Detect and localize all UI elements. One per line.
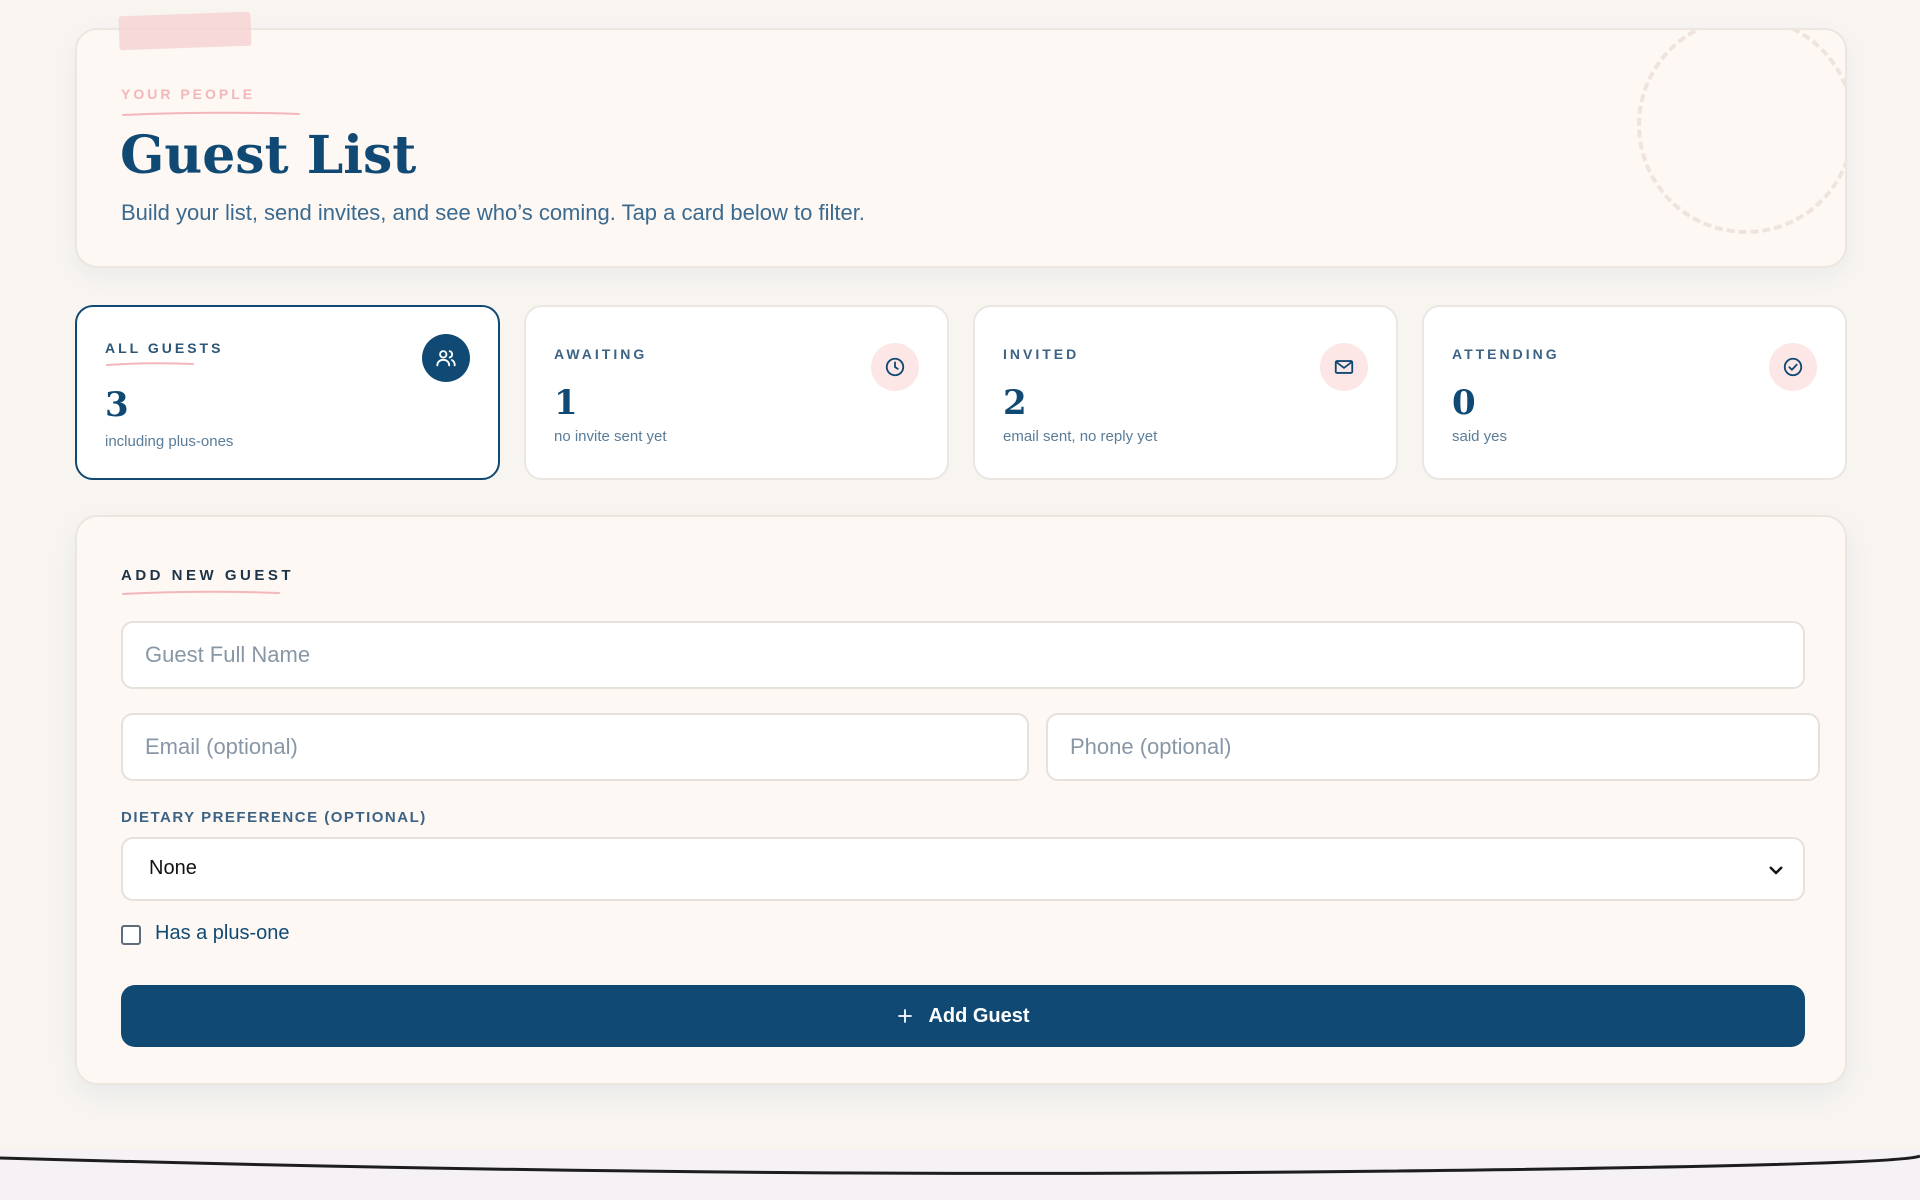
page-title: Guest List <box>120 125 417 186</box>
section-underline <box>122 590 280 595</box>
stat-value: 0 <box>1452 383 1476 423</box>
stat-value: 2 <box>1003 383 1027 423</box>
guest-name-input[interactable] <box>121 621 1805 689</box>
stat-value: 3 <box>105 385 129 425</box>
users-icon <box>422 334 470 382</box>
plus-one-label[interactable]: Has a plus-one <box>155 922 290 945</box>
dietary-selected-value: None <box>149 857 197 879</box>
stat-label: ALL GUESTS <box>105 340 224 356</box>
email-input[interactable] <box>121 713 1029 781</box>
decorative-dashed-circle <box>1637 30 1845 234</box>
clock-icon <box>871 343 919 391</box>
check-circle-icon <box>1769 343 1817 391</box>
decorative-wave-divider <box>0 1154 1920 1175</box>
header-card: YOUR PEOPLE Guest List Build your list, … <box>75 28 1847 268</box>
stat-value: 1 <box>554 383 578 423</box>
stat-caption: email sent, no reply yet <box>1003 428 1158 445</box>
decorative-tape <box>118 11 252 51</box>
plus-icon <box>898 1009 913 1023</box>
plus-one-checkbox[interactable] <box>121 925 141 945</box>
phone-input[interactable] <box>1046 713 1820 781</box>
stat-underline <box>106 362 194 366</box>
add-guest-button[interactable]: Add Guest <box>121 985 1805 1047</box>
stat-card-attending[interactable]: ATTENDING 0 said yes <box>1422 305 1847 480</box>
header-eyebrow: YOUR PEOPLE <box>121 86 256 102</box>
stat-caption: no invite sent yet <box>554 428 667 445</box>
stat-card-invited[interactable]: INVITED 2 email sent, no reply yet <box>973 305 1398 480</box>
stat-label: ATTENDING <box>1452 346 1560 362</box>
dietary-label: DIETARY PREFERENCE (OPTIONAL) <box>121 809 427 826</box>
eyebrow-underline <box>122 111 300 116</box>
stat-label: INVITED <box>1003 346 1080 362</box>
dietary-select[interactable]: None <box>121 837 1805 901</box>
stat-caption: said yes <box>1452 428 1508 445</box>
mail-icon <box>1320 343 1368 391</box>
page-subtitle: Build your list, send invites, and see w… <box>121 200 865 225</box>
stat-caption: including plus-ones <box>105 433 234 450</box>
stat-label: AWAITING <box>554 346 648 362</box>
add-guest-form: ADD NEW GUEST DIETARY PREFERENCE (OPTION… <box>75 515 1847 1085</box>
chevron-down-icon <box>1769 866 1783 875</box>
stat-card-awaiting[interactable]: AWAITING 1 no invite sent yet <box>524 305 949 480</box>
add-guest-button-label: Add Guest <box>928 1004 1030 1027</box>
stat-card-all-guests[interactable]: ALL GUESTS 3 including plus-ones <box>75 305 500 480</box>
form-section-title: ADD NEW GUEST <box>121 567 294 584</box>
